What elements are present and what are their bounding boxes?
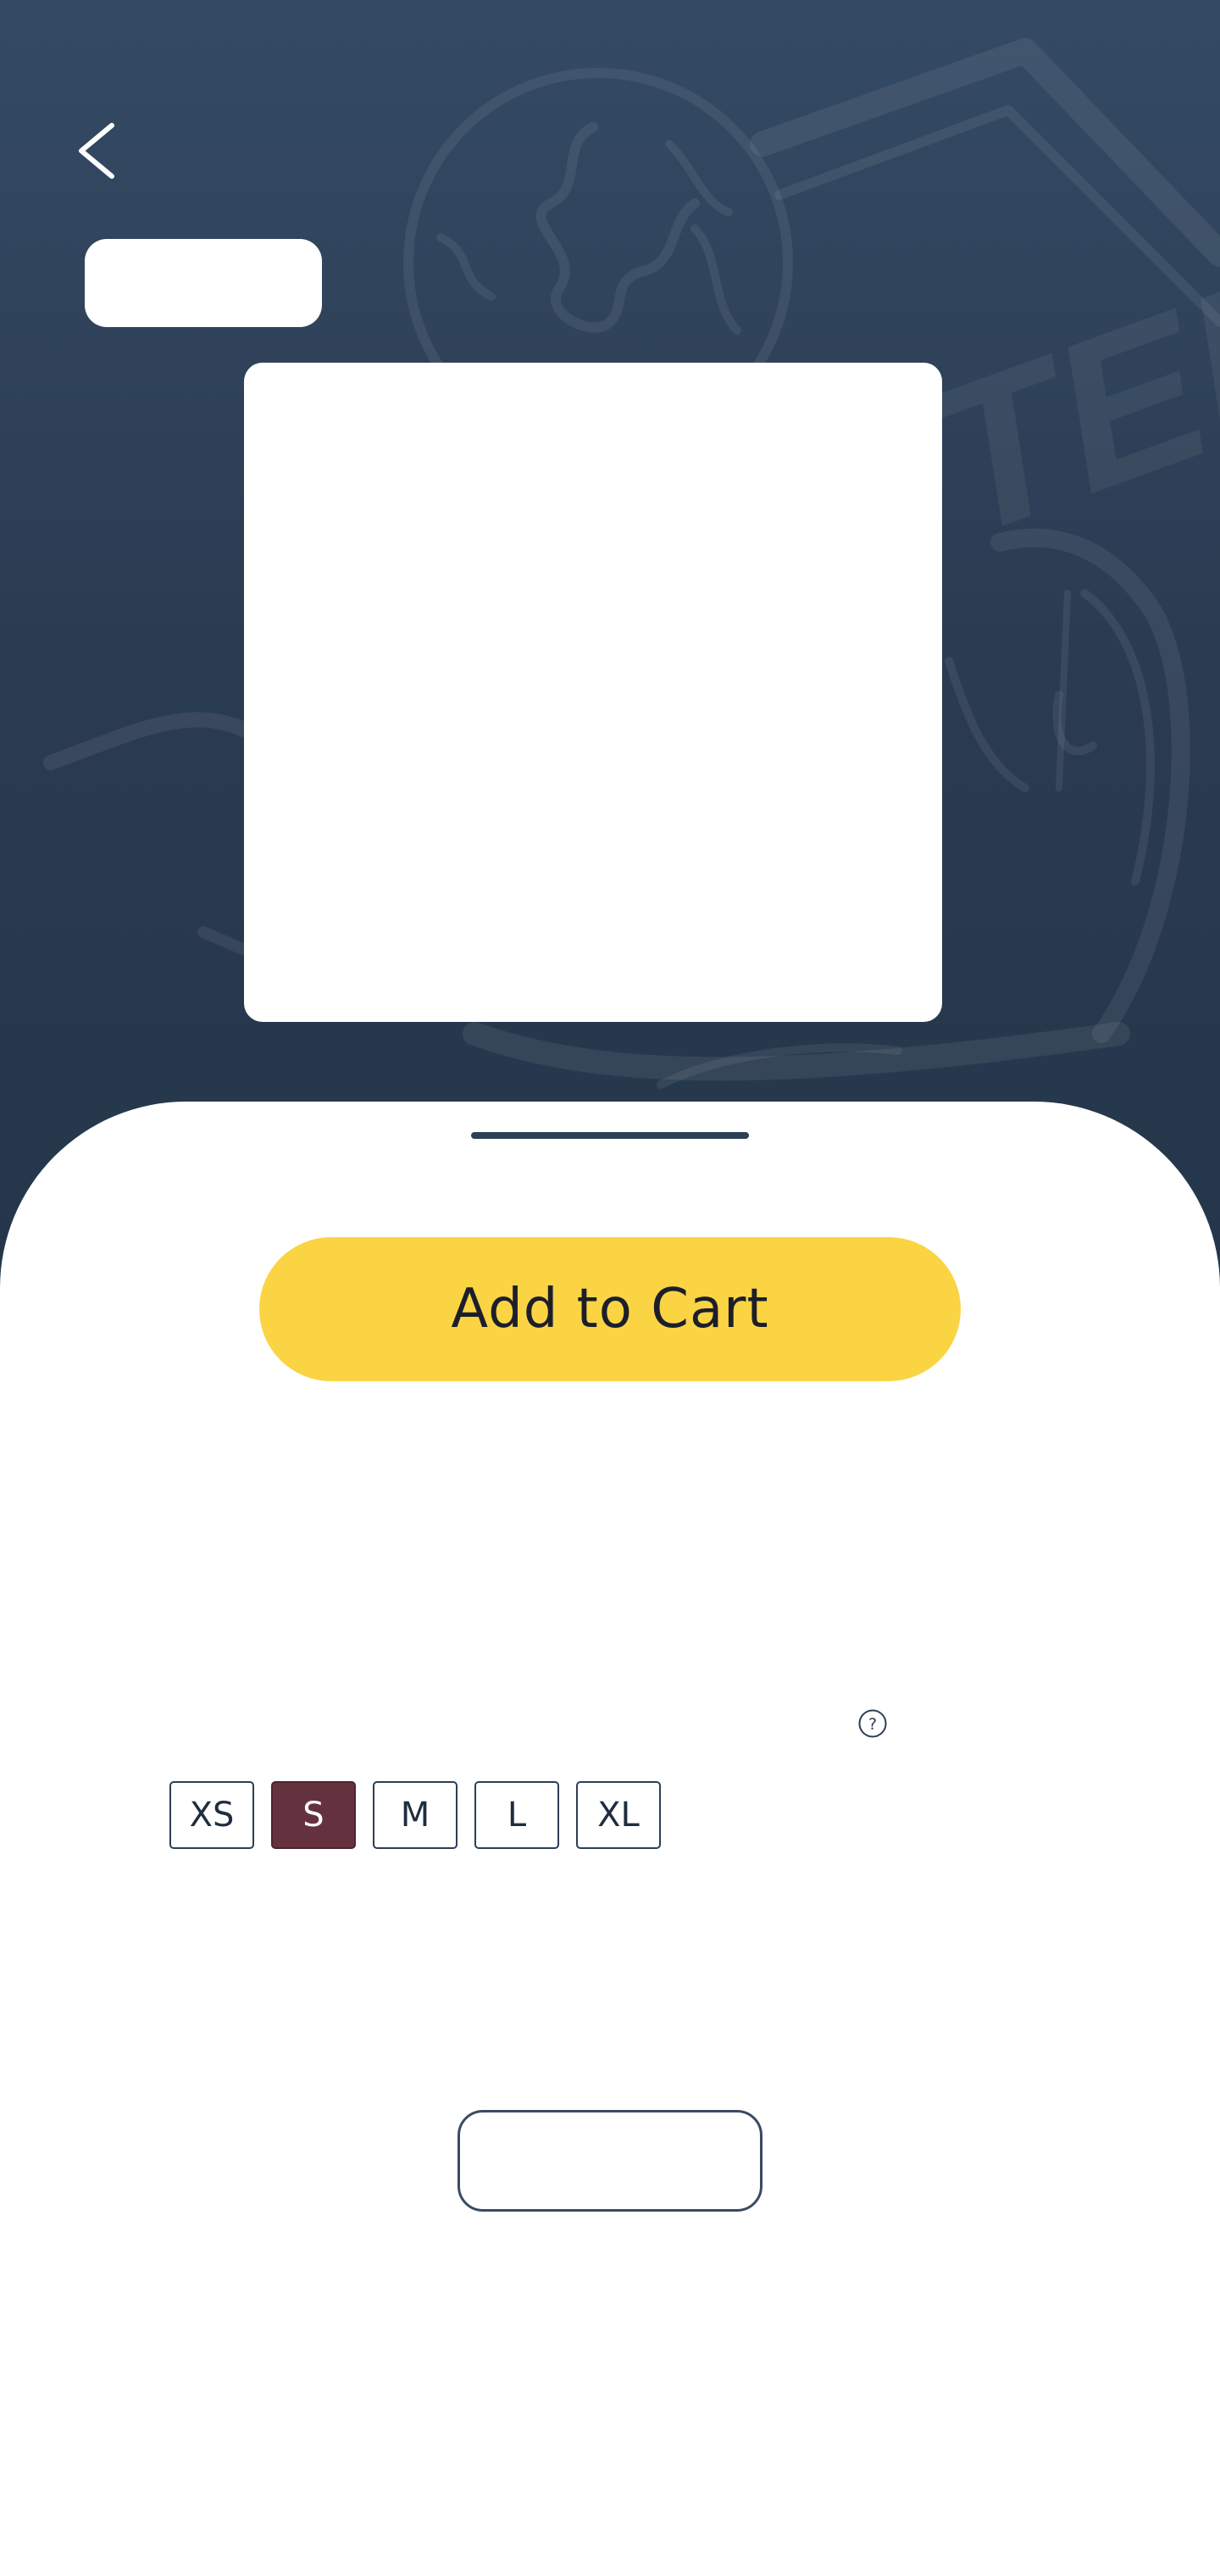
quantity-selector[interactable] xyxy=(458,2110,762,2212)
size-selector: XS S M L XL xyxy=(169,1781,661,1851)
size-guide-help-icon[interactable]: ? xyxy=(857,1708,888,1739)
size-option-xs[interactable]: XS xyxy=(169,1781,254,1849)
hero-banner: TERS xyxy=(0,0,1220,1288)
chevron-left-icon xyxy=(79,123,114,179)
product-image xyxy=(244,363,942,1022)
back-button[interactable] xyxy=(71,119,125,183)
size-option-l[interactable]: L xyxy=(474,1781,559,1849)
size-option-m[interactable]: M xyxy=(373,1781,458,1849)
drag-handle[interactable] xyxy=(471,1132,749,1139)
add-to-cart-button[interactable]: Add to Cart xyxy=(259,1237,961,1381)
category-chip xyxy=(85,239,322,327)
size-option-s[interactable]: S xyxy=(271,1781,356,1849)
question-circle-icon: ? xyxy=(858,1709,887,1738)
svg-text:?: ? xyxy=(868,1715,877,1734)
svg-text:TERS: TERS xyxy=(901,166,1220,581)
size-option-xl[interactable]: XL xyxy=(576,1781,661,1849)
